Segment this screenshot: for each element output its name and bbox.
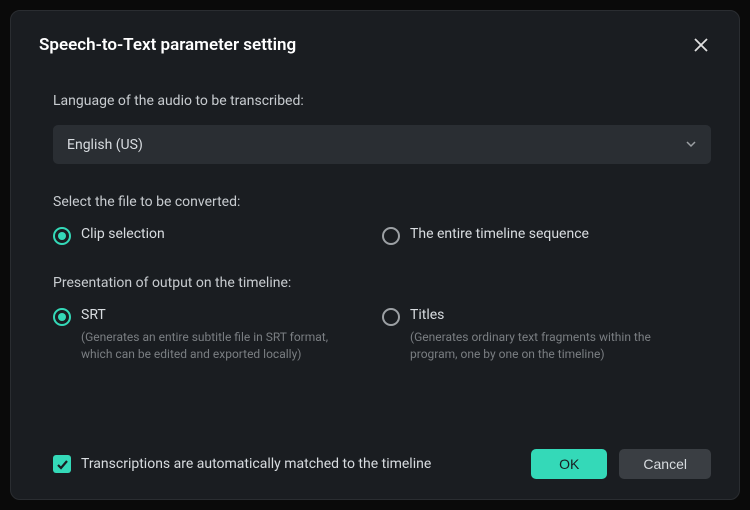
cancel-button[interactable]: Cancel bbox=[619, 449, 711, 479]
file-selection-radio-group: Clip selection The entire timeline seque… bbox=[53, 226, 711, 245]
presentation-label: Presentation of output on the timeline: bbox=[53, 275, 711, 291]
radio-icon-unselected bbox=[382, 308, 400, 326]
checkbox-checked-icon bbox=[53, 455, 71, 473]
file-selection-label: Select the file to be converted: bbox=[53, 194, 711, 210]
language-section: Language of the audio to be transcribed:… bbox=[53, 93, 711, 164]
radio-label: SRT bbox=[81, 307, 361, 323]
stt-settings-dialog: Speech-to-Text parameter setting Languag… bbox=[10, 10, 740, 500]
dialog-header: Speech-to-Text parameter setting bbox=[39, 35, 711, 55]
dialog-footer: Transcriptions are automatically matched… bbox=[39, 449, 711, 479]
close-button[interactable] bbox=[691, 35, 711, 55]
chevron-down-icon bbox=[685, 135, 697, 154]
radio-icon-unselected bbox=[382, 227, 400, 245]
radio-srt[interactable]: SRT (Generates an entire subtitle file i… bbox=[53, 307, 382, 363]
presentation-section: Presentation of output on the timeline: … bbox=[53, 275, 711, 363]
radio-clip-selection[interactable]: Clip selection bbox=[53, 226, 382, 245]
dialog-title: Speech-to-Text parameter setting bbox=[39, 35, 296, 55]
language-dropdown[interactable]: English (US) bbox=[53, 125, 711, 164]
auto-match-checkbox-row[interactable]: Transcriptions are automatically matched… bbox=[53, 455, 431, 473]
radio-icon-selected bbox=[53, 227, 71, 245]
language-selected-value: English (US) bbox=[67, 137, 143, 153]
ok-button[interactable]: OK bbox=[531, 449, 607, 479]
checkbox-label: Transcriptions are automatically matched… bbox=[81, 456, 431, 472]
radio-titles[interactable]: Titles (Generates ordinary text fragment… bbox=[382, 307, 711, 363]
language-label: Language of the audio to be transcribed: bbox=[53, 93, 711, 109]
radio-icon-selected bbox=[53, 308, 71, 326]
close-icon bbox=[693, 37, 709, 53]
radio-description: (Generates an entire subtitle file in SR… bbox=[81, 329, 361, 363]
radio-entire-timeline[interactable]: The entire timeline sequence bbox=[382, 226, 711, 245]
dialog-buttons: OK Cancel bbox=[531, 449, 711, 479]
radio-label: Clip selection bbox=[81, 226, 165, 242]
presentation-radio-group: SRT (Generates an entire subtitle file i… bbox=[53, 307, 711, 363]
radio-label: Titles bbox=[410, 307, 690, 323]
radio-description: (Generates ordinary text fragments withi… bbox=[410, 329, 690, 363]
radio-label: The entire timeline sequence bbox=[410, 226, 589, 242]
file-selection-section: Select the file to be converted: Clip se… bbox=[53, 194, 711, 245]
